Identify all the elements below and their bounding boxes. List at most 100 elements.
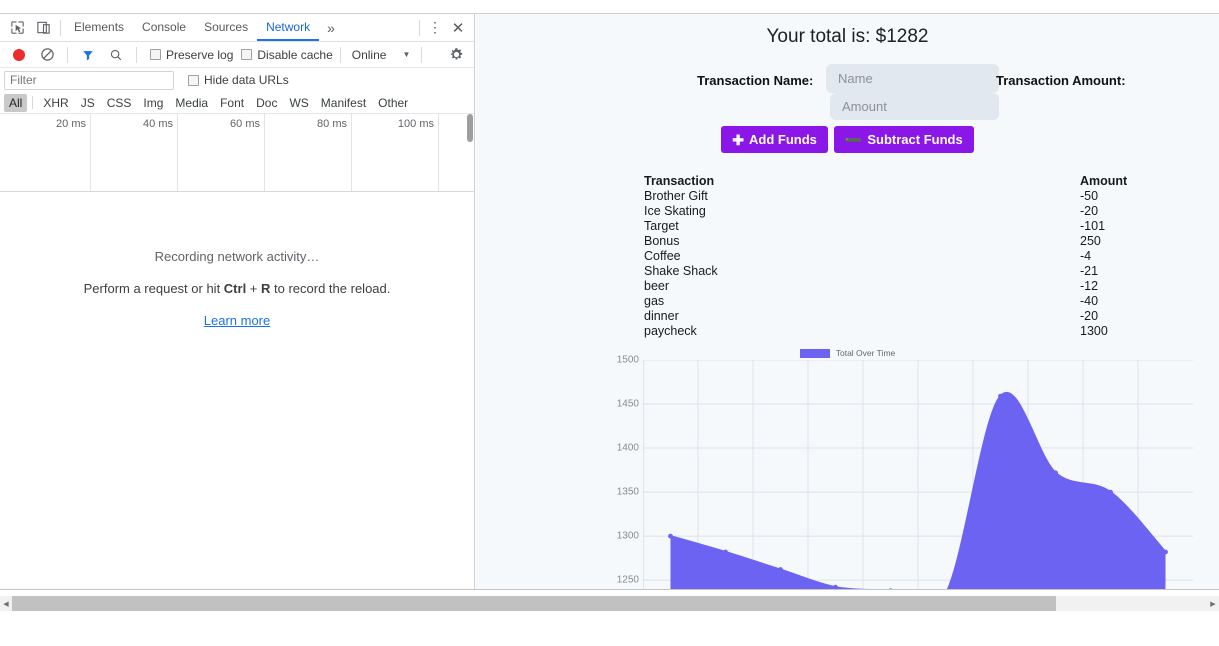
transaction-amount-label: Transaction Amount: xyxy=(996,73,1126,88)
type-filter-manifest[interactable]: Manifest xyxy=(316,94,371,112)
preserve-log-checkbox[interactable]: Preserve log xyxy=(150,48,233,62)
transaction-name: Shake Shack xyxy=(644,264,718,278)
filter-funnel-icon[interactable] xyxy=(75,43,101,67)
type-filter-css[interactable]: CSS xyxy=(102,94,137,112)
transaction-name: beer xyxy=(644,279,670,293)
record-icon[interactable] xyxy=(6,43,32,67)
y-axis-tick-label: 1400 xyxy=(616,442,639,454)
row-spacer xyxy=(697,324,1080,339)
tab-sources[interactable]: Sources xyxy=(195,14,257,41)
timeline-scrollbar-thumb[interactable] xyxy=(467,114,473,142)
row-spacer xyxy=(664,294,1080,309)
tab-elements[interactable]: Elements xyxy=(65,14,133,41)
screen: Elements Console Sources Network » ⋮ ✕ P… xyxy=(0,0,1219,646)
toolbar-divider-3 xyxy=(339,46,341,63)
row-spacer xyxy=(706,204,1080,219)
hide-data-urls-checkbox[interactable]: Hide data URLs xyxy=(188,73,289,87)
table-row: Brother Gift -50 xyxy=(644,189,1200,204)
transaction-name: Target xyxy=(644,219,679,233)
reload-hint: Perform a request or hit Ctrl + R to rec… xyxy=(0,281,474,296)
tab-console[interactable]: Console xyxy=(133,14,195,41)
reload-hint-pre: Perform a request or hit xyxy=(83,281,224,296)
table-row: beer -12 xyxy=(644,279,1200,294)
devtools-tabbar: Elements Console Sources Network » ⋮ ✕ xyxy=(0,14,474,42)
minus-icon: ➖ xyxy=(844,131,863,148)
timeline-col: 20 ms xyxy=(0,114,91,191)
total-over-time-chart: Total Over Time 1250 1300 1350 1400 1450 1500 xyxy=(476,346,1219,589)
budget-app: Your total is: $1282 Transaction Name: T… xyxy=(476,14,1219,589)
transaction-amount: 1300 xyxy=(1080,324,1108,338)
legend-label: Total Over Time xyxy=(835,348,896,358)
add-funds-button[interactable]: ✚ Add Funds xyxy=(721,126,828,153)
transaction-name: dinner xyxy=(644,309,679,323)
clear-icon[interactable] xyxy=(34,43,60,67)
transaction-name: Ice Skating xyxy=(644,204,706,218)
type-filter-media[interactable]: Media xyxy=(170,94,213,112)
row-spacer xyxy=(718,264,1080,279)
table-row: paycheck 1300 xyxy=(644,324,1200,339)
type-filter-font[interactable]: Font xyxy=(215,94,249,112)
recording-message: Recording network activity… xyxy=(154,249,320,264)
chart-legend: Total Over Time xyxy=(476,346,1219,360)
type-filter-all[interactable]: All xyxy=(4,93,28,112)
table-row: Coffee -4 xyxy=(644,249,1200,264)
y-axis-tick-label: 1250 xyxy=(616,574,639,586)
subtract-funds-button[interactable]: ➖ Subtract Funds xyxy=(833,126,974,153)
type-filter-other[interactable]: Other xyxy=(373,94,413,112)
scrollbar-thumb[interactable] xyxy=(12,596,1056,611)
timeline-tick: 20 ms xyxy=(56,118,86,130)
filter-input[interactable] xyxy=(4,70,174,90)
action-buttons: ✚ Add Funds ➖ Subtract Funds xyxy=(476,126,1219,153)
tab-network[interactable]: Network xyxy=(257,14,319,41)
toolbar-divider-4 xyxy=(421,46,423,63)
page-title: Your total is: $1282 xyxy=(766,26,929,47)
transaction-amount: -12 xyxy=(1080,279,1099,293)
search-icon[interactable] xyxy=(103,43,129,67)
type-filter-doc[interactable]: Doc xyxy=(251,94,282,112)
hide-data-urls-box xyxy=(188,74,199,86)
transaction-name-input[interactable] xyxy=(826,64,999,93)
row-spacer xyxy=(708,189,1080,204)
inspect-element-icon[interactable] xyxy=(4,16,30,40)
kebab-menu-icon[interactable]: ⋮ xyxy=(424,19,446,36)
type-filter-xhr[interactable]: XHR xyxy=(38,94,73,112)
scroll-right-arrow-icon[interactable]: ▶ xyxy=(1207,596,1219,611)
transaction-name: gas xyxy=(644,294,665,308)
column-header-transaction: Transaction xyxy=(644,174,715,188)
device-toolbar-icon[interactable] xyxy=(30,16,56,40)
plus-icon: ✚ xyxy=(732,131,745,148)
disable-cache-label: Disable cache xyxy=(257,47,333,62)
gear-icon[interactable] xyxy=(444,47,468,62)
toolbar-divider xyxy=(60,19,61,36)
legend-swatch xyxy=(799,348,830,358)
filter-bar: Hide data URLs xyxy=(0,68,474,92)
transaction-amount: -40 xyxy=(1080,294,1099,308)
row-spacer xyxy=(681,249,1080,264)
y-axis-tick-label: 1300 xyxy=(616,530,639,542)
close-icon[interactable]: ✕ xyxy=(446,19,470,37)
scroll-left-arrow-icon[interactable]: ◀ xyxy=(0,596,12,611)
throttling-value: Online xyxy=(351,47,387,62)
transaction-amount-input[interactable] xyxy=(830,93,999,120)
timeline-tick: 80 ms xyxy=(317,118,347,130)
disable-cache-checkbox[interactable]: Disable cache xyxy=(241,47,333,62)
table-row: Target -101 xyxy=(644,219,1200,234)
column-header-amount: Amount xyxy=(1080,174,1128,188)
browser-top-strip xyxy=(0,0,1219,14)
toolbar-divider-right xyxy=(419,19,420,36)
type-filter-js[interactable]: JS xyxy=(76,94,100,112)
table-row: Ice Skating -20 xyxy=(644,204,1200,219)
more-tabs-icon[interactable]: » xyxy=(319,20,343,36)
learn-more-link[interactable]: Learn more xyxy=(0,313,474,328)
horizontal-scrollbar: ◀ ▶ xyxy=(0,589,1219,646)
chart-plot-area: 1250 1300 1350 1400 1450 1500 xyxy=(476,355,1219,589)
resource-type-filters: All XHR JS CSS Img Media Font Doc WS Manifest Othe… xyxy=(0,92,474,114)
chart-svg xyxy=(643,360,1193,589)
type-filter-divider xyxy=(32,96,34,109)
type-filter-ws[interactable]: WS xyxy=(284,94,313,112)
row-spacer xyxy=(714,174,1080,189)
y-axis-tick-label: 1350 xyxy=(616,486,639,498)
throttling-select[interactable]: Online ▼ xyxy=(348,48,415,62)
devtools-tabbar-right: ⋮ ✕ xyxy=(415,19,470,37)
type-filter-img[interactable]: Img xyxy=(138,94,168,112)
